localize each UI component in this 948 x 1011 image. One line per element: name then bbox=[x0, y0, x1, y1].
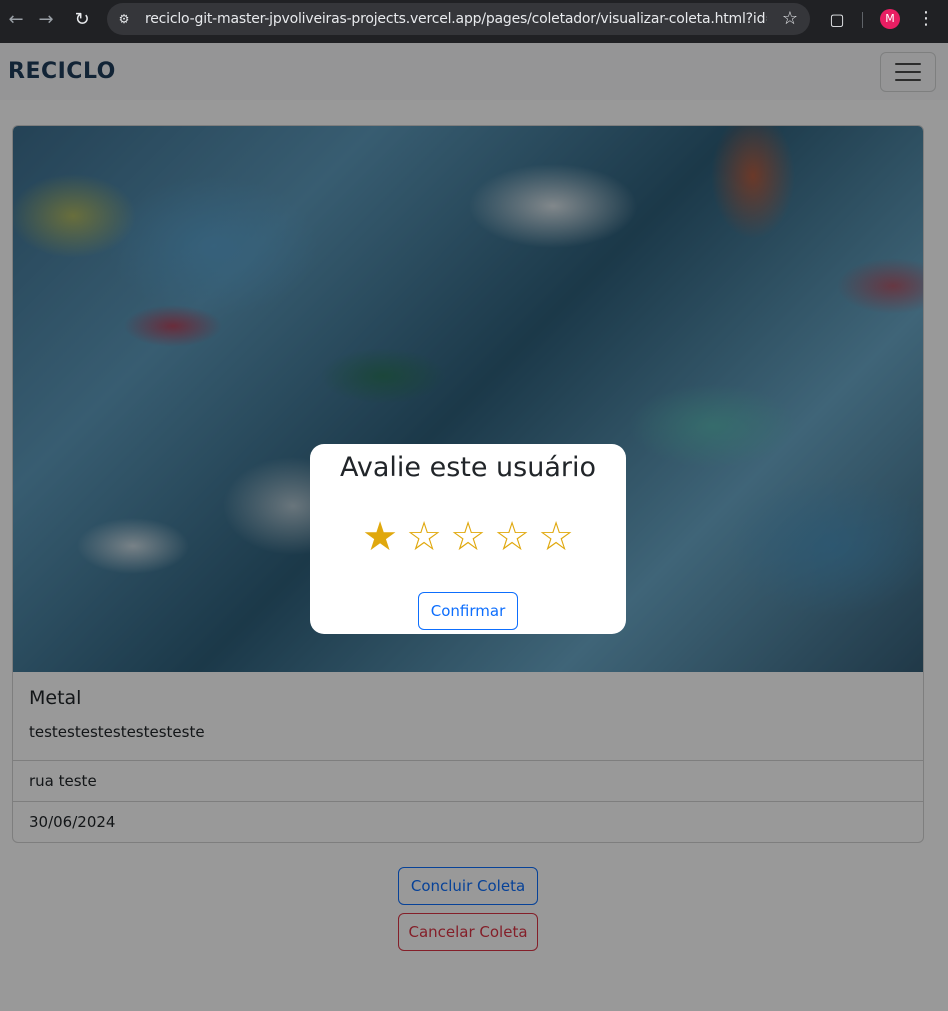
reload-icon[interactable]: ↻ bbox=[68, 8, 96, 30]
star-icon[interactable]: ☆ bbox=[447, 514, 489, 560]
browser-toolbar: ← → ↻ ⚙ reciclo-git-master-jpvoliveiras-… bbox=[0, 0, 948, 43]
bookmark-star-icon[interactable]: ☆ bbox=[782, 8, 798, 29]
profile-avatar[interactable]: M bbox=[880, 9, 900, 29]
rating-modal: Avalie este usuário ★ ☆ ☆ ☆ ☆ Confirmar bbox=[310, 444, 626, 634]
star-icon[interactable]: ☆ bbox=[535, 514, 577, 560]
url-text[interactable]: reciclo-git-master-jpvoliveiras-projects… bbox=[145, 10, 767, 28]
confirm-rating-button[interactable]: Confirmar bbox=[418, 592, 518, 630]
site-info-icon[interactable]: ⚙ bbox=[115, 10, 133, 28]
star-icon[interactable]: ☆ bbox=[491, 514, 533, 560]
back-icon[interactable]: ← bbox=[2, 8, 30, 30]
rating-modal-title: Avalie este usuário bbox=[339, 452, 597, 483]
star-rating: ★ ☆ ☆ ☆ ☆ bbox=[310, 512, 626, 562]
browser-menu-icon[interactable]: ⋮ bbox=[917, 8, 935, 30]
forward-icon[interactable]: → bbox=[32, 8, 60, 30]
star-icon[interactable]: ☆ bbox=[403, 514, 445, 560]
toolbar-divider bbox=[862, 12, 863, 28]
star-icon[interactable]: ★ bbox=[359, 514, 401, 560]
extensions-icon[interactable]: ▢ bbox=[826, 8, 848, 30]
address-bar[interactable]: ⚙ reciclo-git-master-jpvoliveiras-projec… bbox=[107, 3, 810, 35]
